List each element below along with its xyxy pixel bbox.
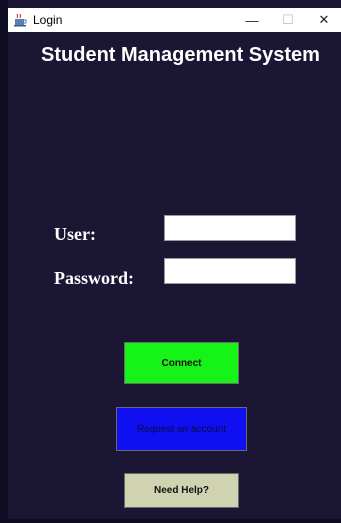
password-label: Password: (54, 268, 134, 288)
user-input[interactable] (164, 215, 296, 241)
maximize-button[interactable]: ☐ (273, 8, 303, 32)
close-button[interactable]: ✕ (309, 8, 339, 32)
user-label: User: (54, 224, 96, 244)
window-title: Login (33, 13, 63, 27)
window-frame-left (0, 0, 8, 523)
app-title: Student Management System (41, 44, 320, 66)
password-input[interactable] (164, 258, 296, 284)
window-frame-bottom (0, 519, 341, 523)
minimize-button[interactable]: — (237, 8, 267, 32)
need-help-button[interactable]: Need Help? (124, 473, 239, 508)
window-titlebar[interactable]: Login — ☐ ✕ (8, 8, 341, 32)
connect-button[interactable]: Connect (124, 342, 239, 384)
java-coffee-icon (14, 13, 28, 27)
request-account-button[interactable]: Request an account (116, 407, 247, 451)
